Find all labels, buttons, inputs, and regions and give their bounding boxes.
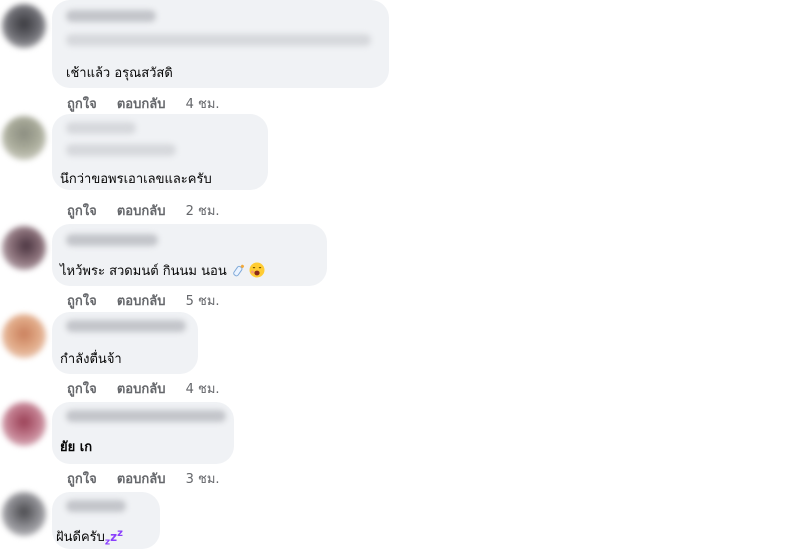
comment-text-content: ฝันดีครับ <box>56 530 105 545</box>
comment-text: นึกว่าขอพรเอาเลขและครับ <box>60 172 212 187</box>
like-button[interactable]: ถูกใจ <box>67 204 97 219</box>
comment-bubble: ยัย เก <box>52 402 234 464</box>
author-name[interactable] <box>66 10 156 22</box>
like-button[interactable]: ถูกใจ <box>67 382 97 397</box>
comment-text: ยัย เก <box>60 440 93 455</box>
avatar[interactable] <box>2 4 46 48</box>
like-button[interactable]: ถูกใจ <box>67 97 97 112</box>
author-name[interactable] <box>66 410 226 422</box>
avatar[interactable] <box>2 314 46 358</box>
avatar[interactable] <box>2 402 46 446</box>
comment-time[interactable]: 5 ชม. <box>186 294 220 309</box>
author-name[interactable] <box>66 500 126 512</box>
reply-button[interactable]: ตอบกลับ <box>117 294 166 309</box>
comment-bubble: ไหว้พระ สวดมนต์ กินนม นอน <box>52 224 327 286</box>
avatar[interactable] <box>2 226 46 270</box>
baby-bottle-icon <box>231 263 245 281</box>
author-name <box>66 34 371 46</box>
comment-time[interactable]: 2 ชม. <box>186 204 220 219</box>
reply-button[interactable]: ตอบกลับ <box>117 472 166 487</box>
comment-text: กำลังตื่นจ้า <box>60 352 122 367</box>
comment-text: ไหว้พระ สวดมนต์ กินนม นอน <box>60 260 265 282</box>
comment-actions: ถูกใจ ตอบกลับ 5 ชม. <box>67 290 220 311</box>
comment-actions: ถูกใจ ตอบกลับ 4 ชม. <box>67 93 220 114</box>
avatar[interactable] <box>2 116 46 160</box>
comment-actions: ถูกใจ ตอบกลับ 2 ชม. <box>67 200 220 221</box>
comment-time[interactable]: 3 ชม. <box>186 472 220 487</box>
page: { "labels": { "like": "ถูกใจ", "reply": … <box>0 0 800 549</box>
author-name[interactable] <box>66 320 186 332</box>
reply-button[interactable]: ตอบกลับ <box>117 97 166 112</box>
comment-bubble: กำลังตื่นจ้า <box>52 312 198 374</box>
comment-bubble: ฝันดีครับzzz <box>52 492 160 549</box>
comment-text: เช้าแล้ว อรุณสวัสดิ <box>66 66 173 81</box>
comment-bubble: นึกว่าขอพรเอาเลขและครับ <box>52 114 268 190</box>
comment-text: ฝันดีครับzzz <box>56 526 123 547</box>
reply-button[interactable]: ตอบกลับ <box>117 382 166 397</box>
avatar[interactable] <box>2 492 46 536</box>
comment-time[interactable]: 4 ชม. <box>186 97 220 112</box>
author-name[interactable] <box>66 122 136 134</box>
yawning-face-icon <box>249 262 265 282</box>
comment-bubble: เช้าแล้ว อรุณสวัสดิ <box>52 0 389 88</box>
comment-actions: ถูกใจ ตอบกลับ 4 ชม. <box>67 378 220 399</box>
comment-actions: ถูกใจ ตอบกลับ 3 ชม. <box>67 468 220 489</box>
reply-button[interactable]: ตอบกลับ <box>117 204 166 219</box>
like-button[interactable]: ถูกใจ <box>67 472 97 487</box>
comment-time[interactable]: 4 ชม. <box>186 382 220 397</box>
comment-text-content: ไหว้พระ สวดมนต์ กินนม นอน <box>60 264 227 279</box>
author-name <box>66 144 176 156</box>
zzz-icon: zzz <box>104 528 123 548</box>
author-name[interactable] <box>66 234 158 246</box>
like-button[interactable]: ถูกใจ <box>67 294 97 309</box>
